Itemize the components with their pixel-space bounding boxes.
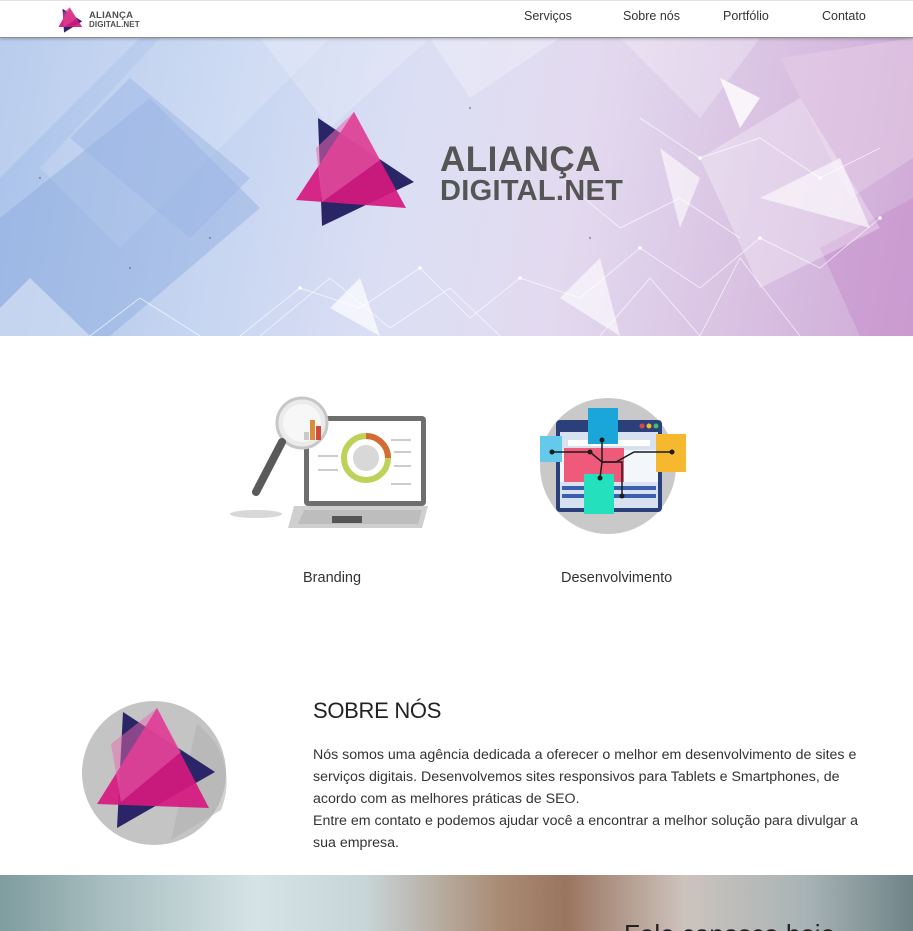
nav-contato[interactable]: Contato bbox=[822, 9, 866, 23]
about-text: Nós somos uma agência dedicada a oferece… bbox=[313, 744, 858, 854]
brand-logo-link[interactable]: ALIANÇA DIGITAL.NET bbox=[57, 5, 140, 35]
hero-logo-line1: ALIANÇA bbox=[440, 140, 601, 179]
contact-banner: Fale conosco hoje bbox=[0, 875, 913, 931]
laptop-magnifier-icon bbox=[230, 396, 428, 528]
web-development-icon bbox=[540, 398, 686, 534]
nav-portfolio[interactable]: Portfólio bbox=[723, 9, 769, 23]
about-logo-icon bbox=[82, 701, 227, 845]
service-branding-label: Branding bbox=[303, 570, 362, 586]
navbar: ALIANÇA DIGITAL.NET Serviços Sobre nós P… bbox=[0, 0, 913, 38]
brand-triangle-icon bbox=[58, 7, 83, 33]
brand-line2: DIGITAL.NET bbox=[89, 19, 140, 29]
brand-text: ALIANÇA DIGITAL.NET bbox=[89, 9, 140, 29]
brand-line1: ALIANÇA bbox=[89, 9, 134, 21]
hero-logo: ALIANÇA DIGITAL.NET bbox=[296, 110, 626, 230]
about-paragraph-1: Nós somos uma agência dedicada a oferece… bbox=[313, 747, 857, 807]
nav-sobre-nos[interactable]: Sobre nós bbox=[623, 9, 680, 23]
about-title: SOBRE NÓS bbox=[313, 698, 442, 723]
hero-logo-triangle-icon bbox=[296, 112, 414, 226]
service-desenvolvimento-label: Desenvolvimento bbox=[561, 570, 673, 586]
nav-servicos[interactable]: Serviços bbox=[524, 9, 572, 23]
service-branding[interactable] bbox=[226, 396, 430, 536]
hero-logo-line2: DIGITAL.NET bbox=[440, 175, 624, 207]
about-paragraph-2: Entre em contato e podemos ajudar você a… bbox=[313, 813, 858, 851]
hero-banner: ALIANÇA DIGITAL.NET bbox=[0, 38, 913, 336]
contact-banner-heading: Fale conosco hoje bbox=[624, 919, 835, 931]
service-desenvolvimento[interactable] bbox=[538, 396, 688, 536]
